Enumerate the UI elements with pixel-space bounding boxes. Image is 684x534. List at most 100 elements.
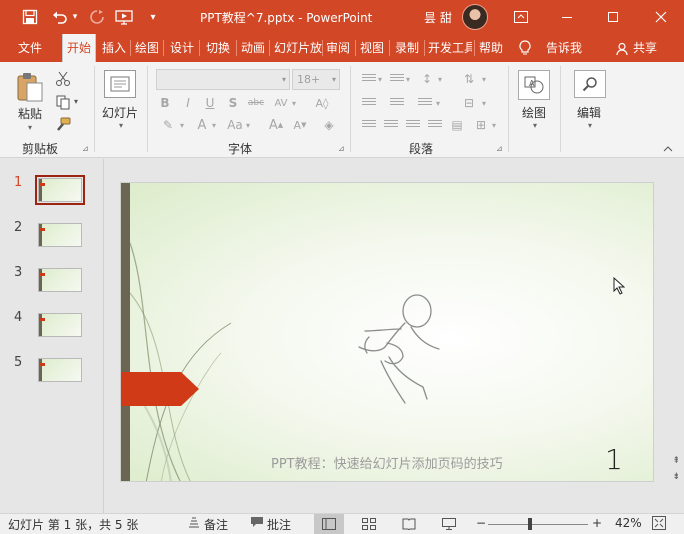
bullets-dropdown-icon[interactable]: ▾ (376, 71, 384, 87)
columns-icon[interactable] (418, 98, 432, 110)
minimize-icon[interactable] (544, 0, 590, 34)
copy-dropdown-icon[interactable]: ▾ (72, 96, 80, 106)
text-shadow-icon[interactable]: S (226, 95, 240, 111)
distribute-icon[interactable]: ▤ (448, 117, 466, 133)
align-left-icon[interactable] (362, 120, 376, 132)
comments-button[interactable]: 批注 (267, 516, 291, 533)
lightbulb-icon[interactable] (519, 34, 531, 62)
clipboard-launcher-icon[interactable]: ⊿ (82, 144, 89, 153)
paste-button[interactable]: 粘贴 (18, 105, 42, 122)
share-icon[interactable] (616, 34, 630, 62)
tab-home[interactable]: 开始 (62, 34, 97, 62)
justify-icon[interactable] (428, 120, 442, 132)
ribbon-display-icon[interactable] (498, 0, 544, 34)
eraser-icon[interactable]: ◈ (320, 117, 338, 133)
zoom-slider-handle[interactable] (528, 518, 533, 530)
underline-icon[interactable]: U (203, 95, 217, 111)
zoom-in-icon[interactable]: + (592, 516, 602, 530)
change-case-icon[interactable]: Aa (226, 117, 244, 133)
decrease-indent-icon[interactable] (362, 98, 376, 110)
increase-font-icon[interactable]: A ▲ (268, 117, 284, 133)
customize-icon[interactable]: ▾ (146, 7, 160, 27)
undo-icon[interactable] (50, 7, 70, 27)
align-text-dropdown-icon[interactable]: ▾ (480, 95, 488, 111)
editing-button[interactable]: 编辑 (577, 104, 601, 121)
paste-dropdown-icon[interactable]: ▾ (24, 122, 36, 132)
align-text-icon[interactable]: ⊟ (460, 95, 478, 111)
format-painter-icon[interactable] (54, 116, 72, 134)
drawing-button[interactable]: 绘图 (522, 104, 546, 121)
slide-page-number[interactable]: 1 (605, 443, 623, 476)
tab-recording[interactable]: 录制 (395, 34, 419, 62)
change-case-dropdown-icon[interactable]: ▾ (244, 117, 252, 133)
tell-me-search[interactable]: 告诉我 (546, 34, 582, 62)
reading-view-icon[interactable] (394, 514, 424, 534)
bullets-icon[interactable] (362, 74, 376, 86)
shapes-icon[interactable]: A (518, 70, 550, 100)
slide-thumbnail-2[interactable] (38, 223, 82, 247)
smartart-icon[interactable]: ⊞ (472, 117, 490, 133)
increase-indent-icon[interactable] (390, 98, 404, 110)
normal-view-icon[interactable] (314, 514, 344, 534)
save-icon[interactable] (20, 7, 40, 27)
font-launcher-icon[interactable]: ⊿ (338, 144, 345, 153)
slide-thumbnail-1[interactable] (35, 175, 85, 205)
bold-icon[interactable]: B (158, 95, 172, 111)
align-center-icon[interactable] (384, 120, 398, 132)
zoom-slider[interactable] (488, 524, 588, 525)
slideshow-view-icon[interactable] (434, 514, 464, 534)
fit-to-window-icon[interactable] (652, 516, 666, 533)
avatar[interactable] (462, 4, 488, 30)
new-slide-button[interactable]: 幻灯片 (102, 104, 138, 121)
font-size-combo[interactable]: 18+ ▾ (292, 69, 340, 90)
numbering-dropdown-icon[interactable]: ▾ (404, 71, 412, 87)
text-direction-dropdown-icon[interactable]: ▾ (480, 71, 488, 87)
align-right-icon[interactable] (406, 120, 420, 132)
highlight-dropdown-icon[interactable]: ▾ (178, 117, 186, 133)
tab-insert[interactable]: 插入 (102, 34, 126, 62)
slide-thumbnail-5[interactable] (38, 358, 82, 382)
paste-icon[interactable] (14, 70, 46, 104)
previous-slide-icon[interactable]: ⇞ (672, 456, 680, 466)
tab-file[interactable]: 文件 (18, 34, 42, 62)
editing-dropdown-icon[interactable]: ▾ (585, 120, 595, 130)
cut-icon[interactable] (54, 70, 72, 88)
tab-developer[interactable]: 开发工具 (428, 34, 472, 62)
maximize-icon[interactable] (590, 0, 636, 34)
redo-icon[interactable] (87, 7, 107, 27)
close-icon[interactable] (638, 0, 684, 34)
collapse-ribbon-icon[interactable] (662, 144, 674, 154)
text-direction-icon[interactable]: ⇅ (460, 71, 478, 87)
tab-design[interactable]: 设计 (170, 34, 194, 62)
share-button[interactable]: 共享 (633, 34, 657, 62)
tab-slideshow[interactable]: 幻灯片放 (274, 34, 324, 62)
smartart-dropdown-icon[interactable]: ▾ (490, 117, 498, 133)
highlight-icon[interactable]: ✎ (158, 117, 178, 133)
font-color-icon[interactable]: A (194, 117, 210, 133)
search-icon[interactable] (574, 70, 606, 98)
notes-icon[interactable] (188, 516, 200, 531)
character-spacing-icon[interactable]: AV (270, 95, 292, 111)
font-color-dropdown-icon[interactable]: ▾ (210, 117, 218, 133)
decrease-font-icon[interactable]: A ▼ (292, 117, 308, 133)
slide-thumbnail-4[interactable] (38, 313, 82, 337)
tab-animations[interactable]: 动画 (241, 34, 265, 62)
columns-dropdown-icon[interactable]: ▾ (434, 95, 442, 111)
tab-draw[interactable]: 绘图 (135, 34, 159, 62)
new-slide-icon[interactable] (104, 70, 136, 98)
user-name[interactable]: 昙 甜 (424, 9, 452, 26)
new-slide-dropdown-icon[interactable]: ▾ (116, 120, 126, 130)
chevron-down-icon[interactable]: ▾ (282, 70, 286, 89)
comments-icon[interactable] (250, 516, 264, 531)
line-spacing-dropdown-icon[interactable]: ▾ (436, 71, 444, 87)
undo-dropdown-icon[interactable]: ▾ (70, 7, 80, 27)
tab-help[interactable]: 帮助 (479, 34, 503, 62)
clear-formatting-icon[interactable]: A◊ (312, 95, 332, 111)
tab-view[interactable]: 视图 (360, 34, 384, 62)
slide-canvas[interactable]: PPT教程：快速给幻灯片添加页码的技巧 1 (120, 182, 654, 482)
next-slide-icon[interactable]: ⇟ (672, 472, 680, 482)
chevron-down-icon[interactable]: ▾ (332, 70, 336, 89)
line-spacing-icon[interactable]: ↕ (418, 71, 436, 87)
slide-thumbnail-3[interactable] (38, 268, 82, 292)
drawing-dropdown-icon[interactable]: ▾ (530, 120, 540, 130)
